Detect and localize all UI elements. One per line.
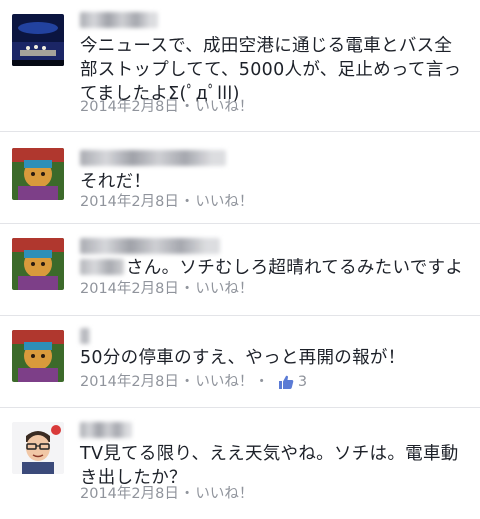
cartoon-man-image (12, 422, 64, 474)
like-count-value: 3 (297, 374, 308, 390)
comment-text: さん。ソチむしろ超晴れてるみたいですよ (80, 256, 466, 280)
meta-separator: ・ (179, 194, 195, 210)
like-link[interactable]: いいね！ (195, 97, 253, 117)
comment-meta: 2014年2月8日 ・ いいね！ (80, 484, 253, 504)
concert-stage-image (12, 14, 64, 66)
meta-separator: ・ (254, 374, 269, 390)
colorful-character-image (12, 148, 64, 200)
colorful-character-image (12, 330, 64, 382)
comment-text: 今ニュースで、成田空港に通じる電車とバス全部ストップしてて、5000人が、足止め… (80, 36, 462, 104)
comment-meta: 2014年2月8日 ・ いいね！ (80, 279, 253, 299)
comment-item: それだ！ 2014年2月8日 ・ いいね！ (0, 132, 480, 224)
avatar[interactable] (12, 422, 64, 474)
thumbs-up-icon (278, 375, 294, 389)
comment-item: TV見てる限り、ええ天気やね。ソチは。電車動き出したか？ 2014年2月8日 ・… (0, 408, 480, 519)
author-name-redacted[interactable] (80, 328, 90, 344)
comment-item: 50分の停車のすえ、やっと再開の報が！ 2014年2月8日 ・ いいね！ ・ 3 (0, 316, 480, 408)
avatar[interactable] (12, 148, 64, 200)
author-name-redacted[interactable] (80, 238, 220, 254)
comment-text: それだ！ (80, 172, 152, 192)
comment-date[interactable]: 2014年2月8日 (80, 372, 179, 392)
meta-separator: ・ (179, 99, 195, 115)
comment-item: 今ニュースで、成田空港に通じる電車とバス全部ストップしてて、5000人が、足止め… (0, 0, 480, 132)
comment-text: TV見てる限り、ええ天気やね。ソチは。電車動き出したか？ (80, 444, 459, 488)
comment-meta: 2014年2月8日 ・ いいね！ (80, 192, 253, 212)
comment-date[interactable]: 2014年2月8日 (80, 484, 179, 504)
like-link[interactable]: いいね！ (195, 279, 253, 299)
comment-date[interactable]: 2014年2月8日 (80, 97, 179, 117)
avatar[interactable] (12, 330, 64, 382)
meta-separator: ・ (179, 374, 195, 390)
comment-date[interactable]: 2014年2月8日 (80, 279, 179, 299)
like-link[interactable]: いいね！ (195, 372, 253, 392)
comment-meta: 2014年2月8日 ・ いいね！ (80, 97, 253, 117)
author-name-redacted[interactable] (80, 150, 226, 166)
author-name-redacted[interactable] (80, 12, 158, 28)
colorful-character-image (12, 238, 64, 290)
comment-text: 50分の停車のすえ、やっと再開の報が！ (80, 348, 406, 368)
like-link[interactable]: いいね！ (195, 192, 253, 212)
mention-redacted[interactable] (80, 259, 124, 275)
comment-item: さん。ソチむしろ超晴れてるみたいですよ 2014年2月8日 ・ いいね！ (0, 224, 480, 316)
comment-date[interactable]: 2014年2月8日 (80, 192, 179, 212)
like-link[interactable]: いいね！ (195, 484, 253, 504)
avatar[interactable] (12, 238, 64, 290)
comment-text-body: さん。ソチむしろ超晴れてるみたいですよ (126, 258, 464, 278)
comment-list: 今ニュースで、成田空港に通じる電車とバス全部ストップしてて、5000人が、足止め… (0, 0, 480, 519)
meta-separator: ・ (179, 281, 195, 297)
comment-meta: 2014年2月8日 ・ いいね！ ・ 3 (80, 372, 307, 392)
meta-separator: ・ (179, 486, 195, 502)
avatar[interactable] (12, 14, 64, 66)
author-name-redacted[interactable] (80, 422, 132, 438)
like-count[interactable]: 3 (278, 372, 307, 392)
